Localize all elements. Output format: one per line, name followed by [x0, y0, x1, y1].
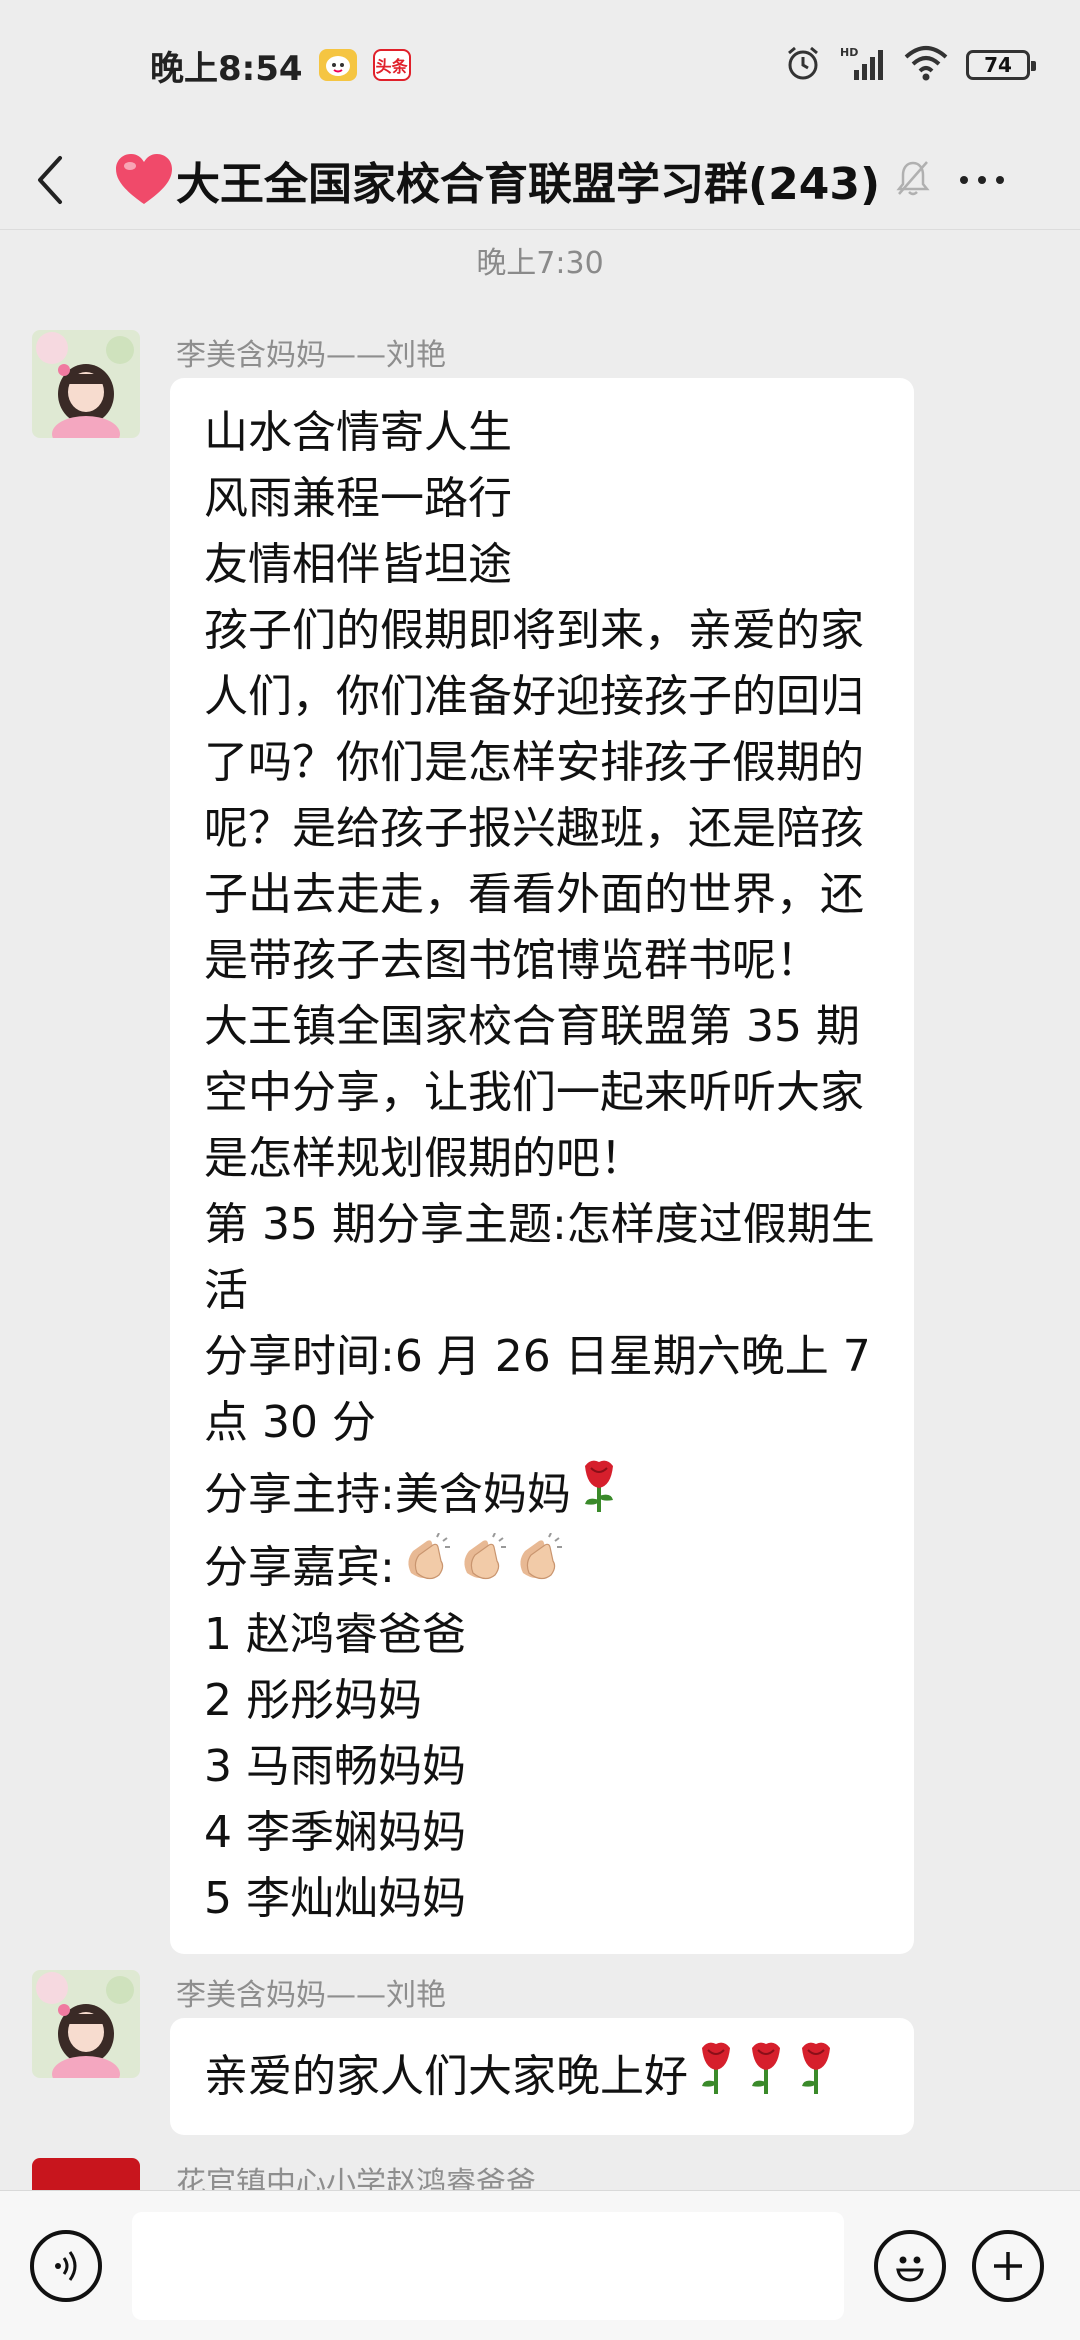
message-line-host: 分享主持:美含妈妈 — [204, 1456, 884, 1533]
avatar[interactable] — [32, 2158, 140, 2190]
more-button[interactable] — [960, 175, 1005, 184]
group-title: 大王全国家校合育联盟学习群(243) — [176, 158, 881, 210]
host-text: 分享主持:美含妈妈 — [204, 1468, 571, 1520]
message-line-guests: 分享嘉宾: — [204, 1532, 884, 1602]
add-button[interactable] — [972, 2229, 1044, 2302]
clap-emoji-icon — [513, 1532, 563, 1602]
guests-text: 分享嘉宾: — [204, 1541, 395, 1593]
message-input-bar — [0, 2190, 1080, 2340]
more-dots-icon — [960, 175, 969, 184]
message-input[interactable] — [132, 2211, 844, 2320]
message-line: 是怎样规划假期的吧！ — [204, 1133, 644, 1184]
avatar[interactable] — [32, 1970, 140, 2078]
rose-emoji-icon — [744, 2038, 788, 2115]
message-line: 5 李灿灿妈妈 — [204, 1873, 466, 1924]
message-line: 呢？是给孩子报兴趣班，还是陪孩 — [204, 803, 864, 854]
message-line: 分享时间:6 月 26 日星期六晚上 7 — [204, 1331, 871, 1382]
message-line: 2 彤彤妈妈 — [204, 1675, 422, 1726]
heart-emoji-icon — [116, 153, 172, 204]
alarm-icon — [784, 44, 822, 86]
rose-emoji-icon — [694, 2038, 738, 2115]
chevron-left-icon — [38, 155, 62, 204]
message-line: 空中分享，让我们一起来听听大家 — [204, 1067, 864, 1118]
greeting-text: 亲爱的家人们大家晚上好 — [204, 2050, 688, 2102]
toutiao-icon: 头条 — [372, 49, 411, 81]
plus-icon — [994, 2251, 1022, 2280]
notification-app-icon — [318, 49, 357, 81]
back-button[interactable] — [0, 130, 100, 230]
message-line: 大王镇全国家校合育联盟第 35 期 — [204, 1001, 860, 1052]
message-bubble[interactable]: 山水含情寄人生 风雨兼程一路行 友情相伴皆坦途 孩子们的假期即将到来，亲爱的家 … — [170, 378, 914, 1954]
clap-emoji-icon — [401, 1532, 451, 1602]
signal-icon: HD — [840, 44, 886, 86]
emoji-button[interactable] — [874, 2229, 946, 2302]
message-line: 点 30 分 — [204, 1397, 376, 1448]
bell-muted-icon — [896, 159, 930, 201]
sender-name: 李美含妈妈——刘艳 — [176, 338, 446, 373]
message-line: 4 李季娴妈妈 — [204, 1807, 466, 1858]
voice-icon — [55, 2250, 77, 2281]
message-line: 山水含情寄人生 — [204, 407, 512, 458]
status-time: 晚上8:54 — [150, 48, 303, 89]
message-line: 子出去走走，看看外面的世界，还 — [204, 869, 864, 920]
message-line: 1 赵鸿睿爸爸 — [204, 1609, 466, 1660]
chat-message: 李美含妈妈——刘艳 亲爱的家人们大家晚上好 — [32, 1970, 1048, 2135]
smiley-icon — [896, 2256, 924, 2282]
battery-icon: 74 — [966, 50, 1036, 80]
chat-header: 大王全国家校合育联盟学习群(243) — [0, 130, 1080, 230]
message-line: 友情相伴皆坦途 — [204, 539, 512, 590]
message-bubble[interactable]: 亲爱的家人们大家晚上好 — [170, 2018, 914, 2135]
rose-emoji-icon — [577, 1456, 621, 1533]
message-line: 了吗？你们是怎样安排孩子假期的 — [204, 737, 864, 788]
message-line: 人们，你们准备好迎接孩子的回归 — [204, 671, 864, 722]
voice-button[interactable] — [30, 2229, 102, 2302]
sender-name: 花官镇中心小学赵鸿睿爸爸 — [176, 2166, 536, 2190]
message-timestamp: 晚上7:30 — [476, 246, 604, 281]
message-line: 活 — [204, 1265, 248, 1316]
message-line: 孩子们的假期即将到来，亲爱的家 — [204, 605, 864, 656]
message-line-greeting: 亲爱的家人们大家晚上好 — [204, 2038, 884, 2115]
message-line: 第 35 期分享主题:怎样度过假期生 — [204, 1199, 875, 1250]
message-line: 是带孩子去图书馆博览群书呢！ — [204, 935, 820, 986]
chat-message: 花官镇中心小学赵鸿睿爸爸 — [32, 2158, 1048, 2190]
sender-name: 李美含妈妈——刘艳 — [176, 1978, 446, 2013]
rose-emoji-icon — [794, 2038, 838, 2115]
status-bar: 晚上8:54 头条 HD 74 — [0, 0, 1080, 130]
chat-message: 李美含妈妈——刘艳 山水含情寄人生 风雨兼程一路行 友情相伴皆坦途 孩子们的假期… — [32, 330, 1048, 1954]
message-line: 3 马雨畅妈妈 — [204, 1741, 466, 1792]
wifi-icon — [904, 45, 948, 85]
svg-text:HD: HD — [840, 46, 858, 59]
avatar[interactable] — [32, 330, 140, 438]
clap-emoji-icon — [457, 1532, 507, 1602]
message-line: 风雨兼程一路行 — [204, 473, 512, 524]
status-right-icons: HD 74 — [784, 44, 1036, 86]
